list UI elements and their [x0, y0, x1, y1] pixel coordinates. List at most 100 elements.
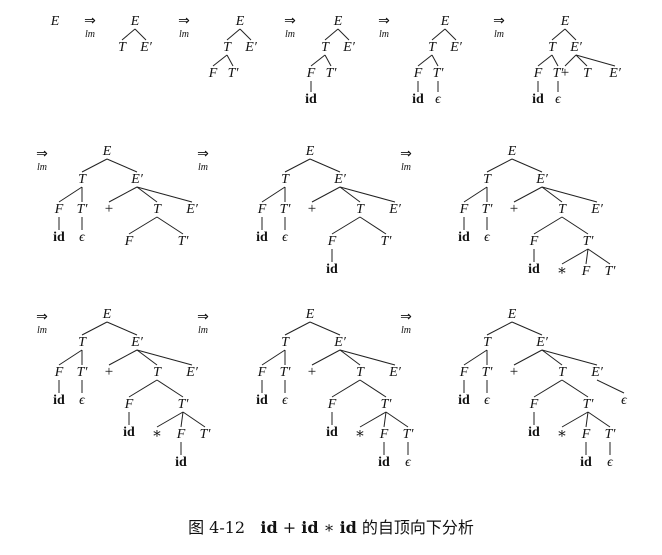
derivation-tree-6: ET E′F T′id ϵ+ T E′	[532, 14, 622, 107]
tree-edge	[128, 379, 158, 398]
tree-edge	[180, 411, 184, 428]
nonterminal-T-prime-node: T′	[178, 397, 190, 412]
nonterminal-T-prime-node: T′	[326, 66, 338, 81]
leftmost-subscript: lm	[285, 29, 295, 40]
nonterminal-F-node: F	[306, 66, 316, 81]
nonterminal-T-prime-node: T′	[583, 234, 595, 249]
tree-edge	[513, 186, 543, 203]
tree-edge	[128, 216, 158, 235]
nonterminal-E-node: E	[305, 144, 315, 159]
tree-edge	[561, 411, 589, 428]
tree-edge	[108, 349, 138, 366]
tree-edge	[359, 379, 387, 398]
leftmost-derives-arrow-8: ⇒lm	[400, 146, 412, 173]
nonterminal-E-prime-node: E′	[608, 66, 622, 81]
nonterminal-T-prime-node: T′	[403, 427, 415, 442]
nonterminal-T-prime-node: T′	[200, 427, 212, 442]
tree-edge	[533, 216, 563, 235]
tree-edge	[310, 54, 326, 67]
nonterminal-T-node: T	[321, 40, 330, 55]
tree-edge	[444, 28, 457, 41]
leftmost-derives-arrow-6: ⇒lm	[36, 146, 48, 173]
nonterminal-E-prime-node: E′	[569, 40, 583, 55]
leftmost-subscript: lm	[401, 325, 411, 336]
tree-edge	[261, 349, 286, 366]
star-node: ∗	[152, 426, 162, 442]
nonterminal-F-node: F	[257, 365, 267, 380]
nonterminal-T-node: T	[548, 40, 557, 55]
nonterminal-E-node: E	[235, 14, 245, 29]
plus-node: +	[561, 65, 569, 81]
star-node: ∗	[557, 426, 567, 442]
leftmost-derives-arrow-3: ⇒lm	[284, 13, 296, 40]
terminal-id-node: id	[528, 262, 540, 277]
tree-edge	[359, 216, 387, 235]
epsilon-node: ϵ	[79, 230, 86, 245]
nonterminal-E-prime-node: E′	[333, 172, 347, 187]
tree-edge	[156, 216, 184, 235]
epsilon-node: ϵ	[484, 393, 491, 408]
tree-edge	[383, 411, 387, 428]
tree-edge	[121, 28, 136, 41]
terminal-id-node: id	[458, 393, 470, 408]
nonterminal-E-node: E	[560, 14, 570, 29]
caption-id-1: id	[260, 518, 278, 537]
tree-edge	[587, 411, 611, 428]
nonterminal-F-node: F	[459, 202, 469, 217]
leftmost-derives-arrow-9: ⇒lm	[36, 309, 48, 336]
tree-edge	[324, 54, 332, 67]
derivation-tree-12: ET E′F T′id ϵ+ T E′F T′id ∗ F T′id ϵϵ	[458, 307, 628, 470]
tree-edge	[331, 379, 361, 398]
nonterminal-F-node: F	[54, 365, 64, 380]
tree-edge	[417, 54, 433, 67]
nonterminal-T-node: T	[558, 365, 567, 380]
nonterminal-F-node: F	[533, 66, 543, 81]
tree-edge	[339, 186, 396, 203]
leftmost-derives-arrow-10: ⇒lm	[197, 309, 209, 336]
tree-edge	[551, 54, 559, 67]
nonterminal-E-prime-node: E′	[130, 172, 144, 187]
plus-node: +	[308, 364, 316, 380]
nonterminal-F-node: F	[581, 427, 591, 442]
derives-arrow-symbol: ⇒	[36, 309, 48, 325]
caption-id-2: id	[301, 518, 319, 537]
nonterminal-T-prime-node: T′	[280, 202, 292, 217]
leftmost-subscript: lm	[85, 29, 95, 40]
nonterminal-T-node: T	[153, 365, 162, 380]
tree-edge	[561, 379, 589, 398]
tree-edge	[106, 158, 138, 173]
nonterminal-F-node: F	[413, 66, 423, 81]
tree-edge	[311, 349, 341, 366]
nonterminal-T-node: T	[78, 335, 87, 350]
nonterminal-E-prime-node: E′	[185, 365, 199, 380]
terminal-id-node: id	[256, 230, 268, 245]
tree-edge	[261, 186, 286, 203]
nonterminal-T-node: T	[583, 66, 592, 81]
tree-edge	[331, 216, 361, 235]
nonterminal-T-prime-node: T′	[605, 427, 617, 442]
tree-edge	[284, 321, 311, 336]
tree-edge	[81, 158, 108, 173]
leftmost-subscript: lm	[37, 162, 47, 173]
terminal-id-node: id	[326, 262, 338, 277]
nonterminal-F-node: F	[327, 397, 337, 412]
plus-node: +	[510, 364, 518, 380]
epsilon-node: ϵ	[621, 393, 628, 408]
tree-edge	[311, 186, 341, 203]
tree-edge	[596, 379, 625, 394]
tree-edge	[463, 186, 488, 203]
derivation-tree-8: ET E′F T′id ϵ+ T E′F T′id	[256, 144, 402, 277]
nonterminal-F-node: F	[124, 234, 134, 249]
epsilon-node: ϵ	[555, 92, 562, 107]
derivation-tree-3: ET E′ F T′	[208, 14, 258, 81]
nonterminal-E-prime-node: E′	[535, 172, 549, 187]
epsilon-node: ϵ	[607, 455, 614, 470]
tree-edge	[226, 28, 241, 41]
tree-edge	[511, 158, 543, 173]
tree-edge	[309, 321, 341, 336]
tree-edge	[136, 186, 193, 203]
tree-edge	[564, 28, 577, 41]
nonterminal-E-node: E	[102, 144, 112, 159]
derivation-tree-2: ET E′	[118, 14, 153, 55]
derivation-tree-9: ET E′F T′id ϵ+ T E′F T′id ∗ F T′	[458, 144, 616, 279]
